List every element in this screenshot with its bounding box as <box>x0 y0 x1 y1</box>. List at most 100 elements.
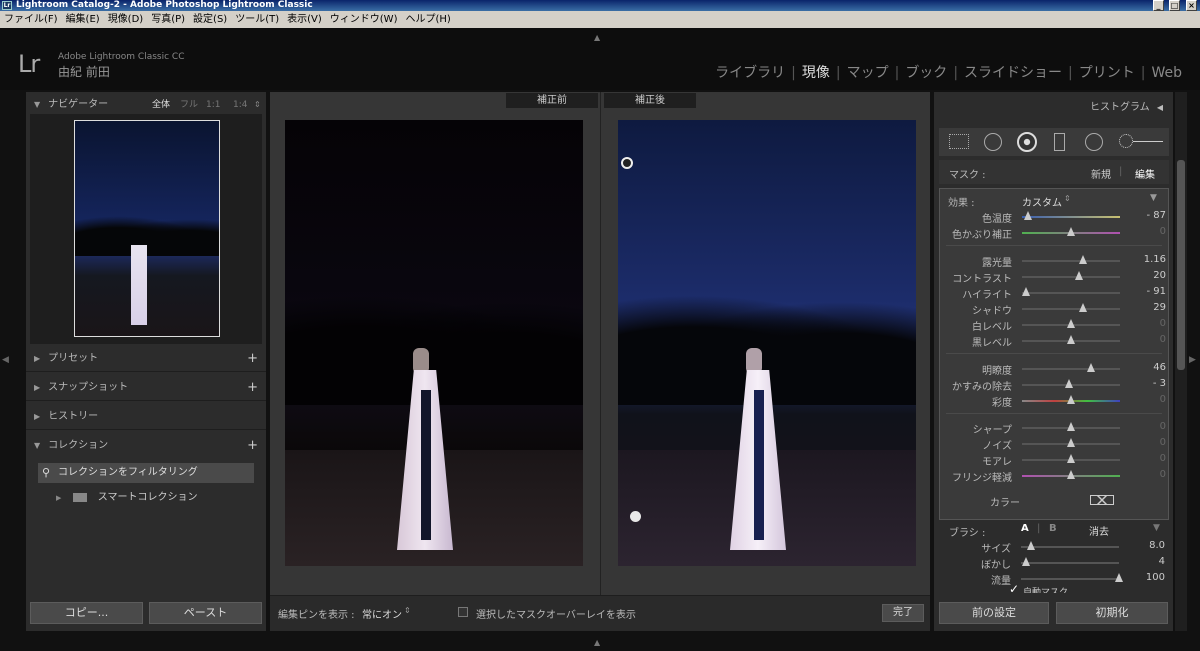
brush-slider-row[interactable]: ぼかし 4 <box>939 555 1169 571</box>
slider-value[interactable]: 0 <box>1160 318 1166 329</box>
group3-slider-row[interactable]: 彩度 0 <box>940 393 1170 409</box>
slider-thumb[interactable] <box>1078 303 1087 312</box>
group3-slider-row[interactable]: かすみの除去 - 3 <box>940 377 1170 393</box>
slider-value[interactable]: 1.16 <box>1144 254 1166 265</box>
group1-slider-row[interactable]: 色温度 - 87 <box>940 209 1170 225</box>
menu-window[interactable]: ウィンドウ(W) <box>326 11 402 28</box>
paste-button[interactable]: ペースト <box>149 602 262 624</box>
slider-value[interactable]: 46 <box>1153 362 1166 373</box>
slider-thumb[interactable] <box>1021 557 1030 566</box>
brush-a-button[interactable]: A <box>1021 523 1029 534</box>
menu-photo[interactable]: 写真(P) <box>147 11 189 28</box>
edit-pin-icon[interactable] <box>621 157 633 169</box>
slider-track[interactable] <box>1022 368 1120 370</box>
slider-value[interactable]: 29 <box>1153 302 1166 313</box>
slider-thumb[interactable] <box>1067 438 1075 447</box>
add-collection-icon[interactable]: + <box>247 433 258 459</box>
add-preset-icon[interactable]: + <box>247 346 258 372</box>
done-button[interactable]: 完了 <box>882 604 924 622</box>
slider-thumb[interactable] <box>1074 271 1083 280</box>
close-button[interactable]: × <box>1186 0 1197 11</box>
module-map[interactable]: マップ <box>841 65 895 81</box>
collections-header[interactable]: ▼ コレクション + <box>26 433 266 459</box>
group2-slider-row[interactable]: シャドウ 29 <box>940 301 1170 317</box>
module-web[interactable]: Web <box>1145 65 1188 81</box>
overlay-checkbox[interactable] <box>458 607 468 617</box>
module-slideshow[interactable]: スライドショー <box>958 65 1068 81</box>
minimize-button[interactable]: _ <box>1153 0 1164 11</box>
histogram-header[interactable]: ヒストグラム ◀ <box>1090 98 1163 113</box>
slider-thumb[interactable] <box>1086 363 1095 372</box>
slider-thumb[interactable] <box>1067 395 1075 404</box>
slider-value[interactable]: 20 <box>1153 270 1166 281</box>
collapse-bottom-arrow-icon[interactable]: ▲ <box>594 638 600 647</box>
slider-thumb[interactable] <box>1021 287 1030 296</box>
group4-slider-row[interactable]: フリンジ軽減 0 <box>940 468 1170 484</box>
show-pins-select[interactable]: 常にオン <box>362 606 402 621</box>
right-panel-scrollbar[interactable] <box>1175 92 1187 631</box>
slider-thumb[interactable] <box>1067 319 1075 328</box>
group4-slider-row[interactable]: ノイズ 0 <box>940 436 1170 452</box>
group2-slider-row[interactable]: 露光量 1.16 <box>940 253 1170 269</box>
slider-value[interactable]: 100 <box>1146 572 1165 583</box>
module-book[interactable]: ブック <box>899 65 953 81</box>
group4-slider-row[interactable]: シャープ 0 <box>940 420 1170 436</box>
slider-track[interactable] <box>1021 546 1119 548</box>
slider-value[interactable]: 8.0 <box>1149 540 1165 551</box>
group2-slider-row[interactable]: 白レベル 0 <box>940 317 1170 333</box>
after-photo[interactable] <box>618 120 916 566</box>
group2-slider-row[interactable]: コントラスト 20 <box>940 269 1170 285</box>
slider-thumb[interactable] <box>1065 379 1074 388</box>
slider-track[interactable] <box>1021 562 1119 564</box>
slider-thumb[interactable] <box>1067 335 1075 344</box>
brush-b-button[interactable]: B <box>1049 523 1057 534</box>
slider-thumb[interactable] <box>1067 470 1075 479</box>
slider-track[interactable] <box>1022 308 1120 310</box>
collapse-left-arrow-icon[interactable]: ◀ <box>2 355 9 365</box>
mask-new-button[interactable]: 新規 <box>1091 166 1111 181</box>
collapse-triangle-icon[interactable]: ▼ <box>1150 193 1157 203</box>
slider-track[interactable] <box>1022 276 1120 278</box>
history-header[interactable]: ▶ ヒストリー <box>26 404 266 430</box>
slider-thumb[interactable] <box>1067 454 1075 463</box>
menu-tools[interactable]: ツール(T) <box>231 11 283 28</box>
group2-slider-row[interactable]: 黒レベル 0 <box>940 333 1170 349</box>
slider-value[interactable]: 0 <box>1160 334 1166 345</box>
collapse-triangle-icon[interactable]: ▼ <box>1153 523 1160 533</box>
slider-value[interactable]: 0 <box>1160 469 1166 480</box>
slider-thumb[interactable] <box>1115 573 1123 582</box>
edit-pin-icon[interactable] <box>630 511 641 522</box>
slider-thumb[interactable] <box>1026 541 1035 550</box>
group2-slider-row[interactable]: ハイライト - 91 <box>940 285 1170 301</box>
group1-slider-row[interactable]: 色かぶり補正 0 <box>940 225 1170 241</box>
radial-filter-icon[interactable] <box>1085 133 1103 151</box>
smart-collection-item[interactable]: ▶ スマートコレクション <box>56 490 256 506</box>
module-library[interactable]: ライブラリ <box>709 65 791 81</box>
snapshots-header[interactable]: ▶ スナップショット + <box>26 375 266 401</box>
scrollbar-thumb[interactable] <box>1177 160 1185 370</box>
maximize-button[interactable]: □ <box>1169 0 1180 11</box>
slider-thumb[interactable] <box>1067 227 1075 236</box>
slider-thumb[interactable] <box>1067 422 1075 431</box>
adjustment-brush-icon[interactable] <box>1119 134 1133 148</box>
slider-value[interactable]: 0 <box>1160 437 1166 448</box>
checkmark-icon[interactable]: ✓ <box>1009 582 1019 596</box>
menu-settings[interactable]: 設定(S) <box>189 11 231 28</box>
copy-button[interactable]: コピー... <box>30 602 143 624</box>
mask-edit-button[interactable]: 編集 <box>1135 166 1155 181</box>
red-eye-icon[interactable] <box>1017 132 1037 152</box>
slider-value[interactable]: - 91 <box>1146 286 1166 297</box>
presets-header[interactable]: ▶ プリセット + <box>26 346 266 372</box>
slider-track[interactable] <box>1021 578 1119 580</box>
slider-value[interactable]: 4 <box>1159 556 1165 567</box>
reset-button[interactable]: 初期化 <box>1056 602 1168 624</box>
group4-slider-row[interactable]: モアレ 0 <box>940 452 1170 468</box>
collection-filter-input[interactable]: ⚲ コレクションをフィルタリング <box>38 463 254 483</box>
menu-file[interactable]: ファイル(F) <box>0 11 62 28</box>
dropdown-arrow-icon[interactable]: ⇕ <box>404 606 411 615</box>
slider-track[interactable] <box>1022 260 1120 262</box>
slider-track[interactable] <box>1022 292 1120 294</box>
brush-erase-button[interactable]: 消去 <box>1089 523 1109 538</box>
menu-develop[interactable]: 現像(D) <box>104 11 148 28</box>
menu-help[interactable]: ヘルプ(H) <box>401 11 454 28</box>
